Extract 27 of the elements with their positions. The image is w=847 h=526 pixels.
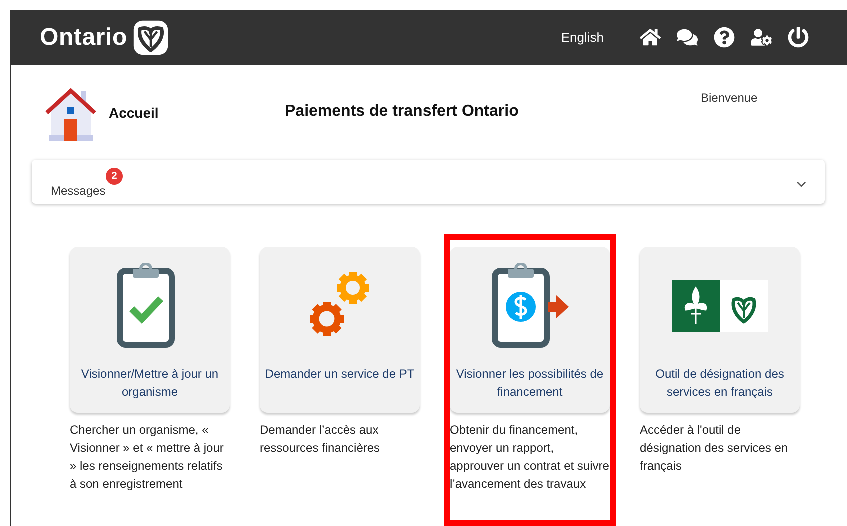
tile-description: Demander l’accès aux ressources financières: [260, 422, 382, 457]
tile-label: Demander un service de PT: [264, 366, 416, 383]
messages-label: Messages: [51, 184, 106, 198]
service-tile[interactable]: Visionner/Mettre à jour un organisme: [70, 247, 230, 413]
help-icon[interactable]: [714, 27, 735, 48]
page-title: Paiements de transfert Ontario: [285, 103, 520, 121]
trillium-logo-icon: [133, 20, 170, 56]
tile-label: Visionner les possibilités de financement: [455, 366, 605, 401]
franco-ontarian-flag-icon: [672, 280, 768, 332]
tile-description: Obtenir du financement, envoyer un rapport, approuver un contrat et suivre l’avancement des travaux: [450, 422, 610, 493]
power-icon[interactable]: [788, 27, 809, 48]
welcome-text: Bienvenue: [701, 91, 758, 105]
language-link[interactable]: English: [561, 30, 604, 45]
messages-panel[interactable]: Messages 2: [32, 160, 825, 204]
service-tile[interactable]: Demander un service de PT: [260, 247, 420, 413]
service-tile[interactable]: Outil de désignation des services en français: [640, 247, 800, 413]
chat-icon[interactable]: [677, 27, 698, 48]
service-tile[interactable]: Visionner les possibilités de financement: [450, 247, 610, 413]
message-count-badge: 2: [106, 168, 123, 185]
tile-label: Outil de désignation des services en français: [654, 366, 786, 401]
user-settings-icon[interactable]: [751, 27, 772, 48]
home-icon[interactable]: [640, 27, 661, 48]
tile-label: Visionner/Mettre à jour un organisme: [80, 366, 220, 401]
ontario-logo-text: Ontario: [40, 24, 128, 52]
tile-description: Accéder à l'outil de désignation des services en français: [640, 422, 790, 475]
tile-description: Chercher un organisme, « Visionner » et « mettre à jour » les renseignements relatifs à son enregistrement: [70, 422, 225, 493]
home-label: Accueil: [109, 105, 159, 121]
